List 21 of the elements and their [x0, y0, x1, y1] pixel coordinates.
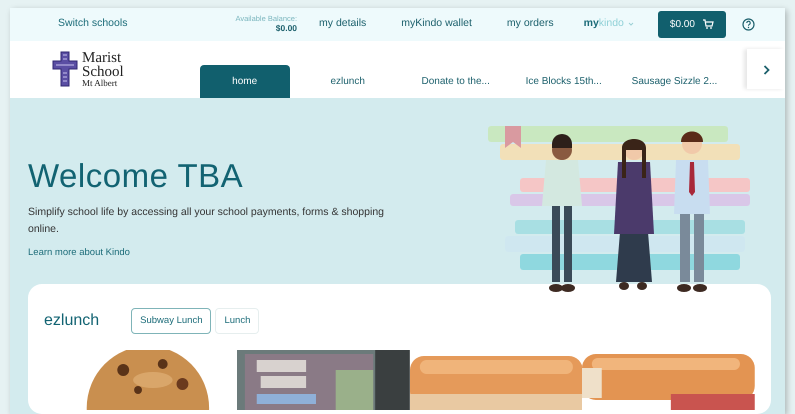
balance-value: $0.00 — [276, 22, 298, 34]
school-location: Mt Albert — [82, 79, 118, 88]
account-menu[interactable]: mykindo — [584, 16, 634, 32]
learn-more-link[interactable]: Learn more about Kindo — [28, 246, 130, 260]
filter-button[interactable]: Subway Lunch — [131, 308, 212, 334]
tab[interactable]: Sausage Sizzle 2... — [622, 65, 728, 98]
nav-link[interactable]: my orders — [506, 16, 554, 32]
tab[interactable]: Donate to the... — [406, 65, 506, 98]
filter-button[interactable]: Lunch — [215, 308, 260, 334]
section-heading: ezlunch — [44, 311, 100, 332]
intro-text: Simplify school life by accessing all your school payments, forms & shopping online. — [28, 204, 385, 237]
welcome-heading: Welcome TBA — [28, 156, 244, 196]
nav-link[interactable]: myKindo wallet — [401, 16, 472, 32]
nav-link[interactable]: my details — [319, 16, 366, 32]
cart-button[interactable]: $0.00 — [658, 10, 726, 38]
switch-schools-link[interactable]: Switch schools — [58, 16, 128, 32]
tab[interactable]: ezlunch — [298, 65, 398, 98]
tab[interactable]: home — [200, 65, 290, 98]
school-name: School — [82, 65, 124, 80]
school-name: Marist — [82, 50, 122, 66]
tab[interactable]: Ice Blocks 15th... — [514, 65, 614, 98]
